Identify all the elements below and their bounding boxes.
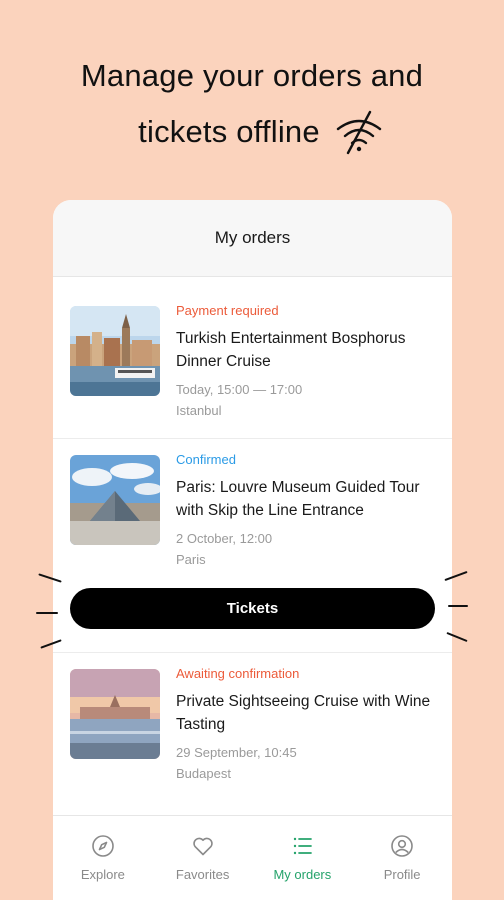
order-thumbnail-paris [70,455,160,545]
headline-line-2-text: tickets offline [138,114,320,149]
tickets-button[interactable]: Tickets [70,588,435,629]
order-info: Confirmed Paris: Louvre Museum Guided To… [176,452,435,570]
tab-label: My orders [273,867,332,882]
tab-explore[interactable]: Explore [53,816,153,900]
order-city: Istanbul [176,403,222,418]
divider [53,438,452,439]
tab-label: Favorites [175,867,230,882]
screen-header: My orders [53,200,452,277]
tab-label: Explore [80,867,125,882]
tab-profile[interactable]: Profile [352,816,452,900]
order-city: Paris [176,552,206,567]
headline-line-1: Manage your orders and [80,58,424,93]
order-card[interactable]: Confirmed Paris: Louvre Museum Guided To… [53,452,452,570]
order-time: 29 September, 10:45 [176,745,297,760]
order-title: Paris: Louvre Museum Guided Tour with Sk… [176,479,420,519]
promo-headline: Manage your orders and tickets offline [0,48,504,160]
order-status: Confirmed [176,452,236,467]
order-city: Budapest [176,766,231,781]
order-thumbnail-budapest [70,669,160,759]
order-title: Private Sightseeing Cruise with Wine Tas… [176,693,431,733]
order-time: Today, 15:00 — 17:00 [176,382,303,397]
highlight-spark [448,605,468,607]
highlight-spark [36,612,58,614]
order-info: Payment required Turkish Entertainment B… [176,303,435,421]
order-info: Awaiting confirmation Private Sightseein… [176,666,435,784]
divider [53,652,452,653]
compass-icon [92,835,114,857]
phone-screen: My orders Payment required Turkish Enter… [53,200,452,900]
bottom-tab-bar: Explore Favorites My orders Profile [53,815,452,900]
order-card[interactable]: Payment required Turkish Entertainment B… [53,303,452,421]
screen-title: My orders [214,228,291,247]
order-card[interactable]: Awaiting confirmation Private Sightseein… [53,666,452,784]
headline-line-2: tickets offline [120,104,384,160]
user-icon [391,835,413,857]
heart-icon [192,837,213,856]
tab-favorites[interactable]: Favorites [153,816,253,900]
page: Manage your orders and tickets offline M… [0,0,504,900]
wifi-off-icon [334,109,384,155]
order-time: 2 October, 12:00 [176,531,273,546]
order-status: Payment required [176,303,279,318]
tab-label: Profile [383,867,421,882]
order-thumbnail-istanbul [70,306,160,396]
list-icon [294,837,313,855]
order-title: Turkish Entertainment Bosphorus Dinner C… [176,330,406,370]
order-status: Awaiting confirmation [176,666,300,681]
tab-my-orders[interactable]: My orders [253,816,353,900]
